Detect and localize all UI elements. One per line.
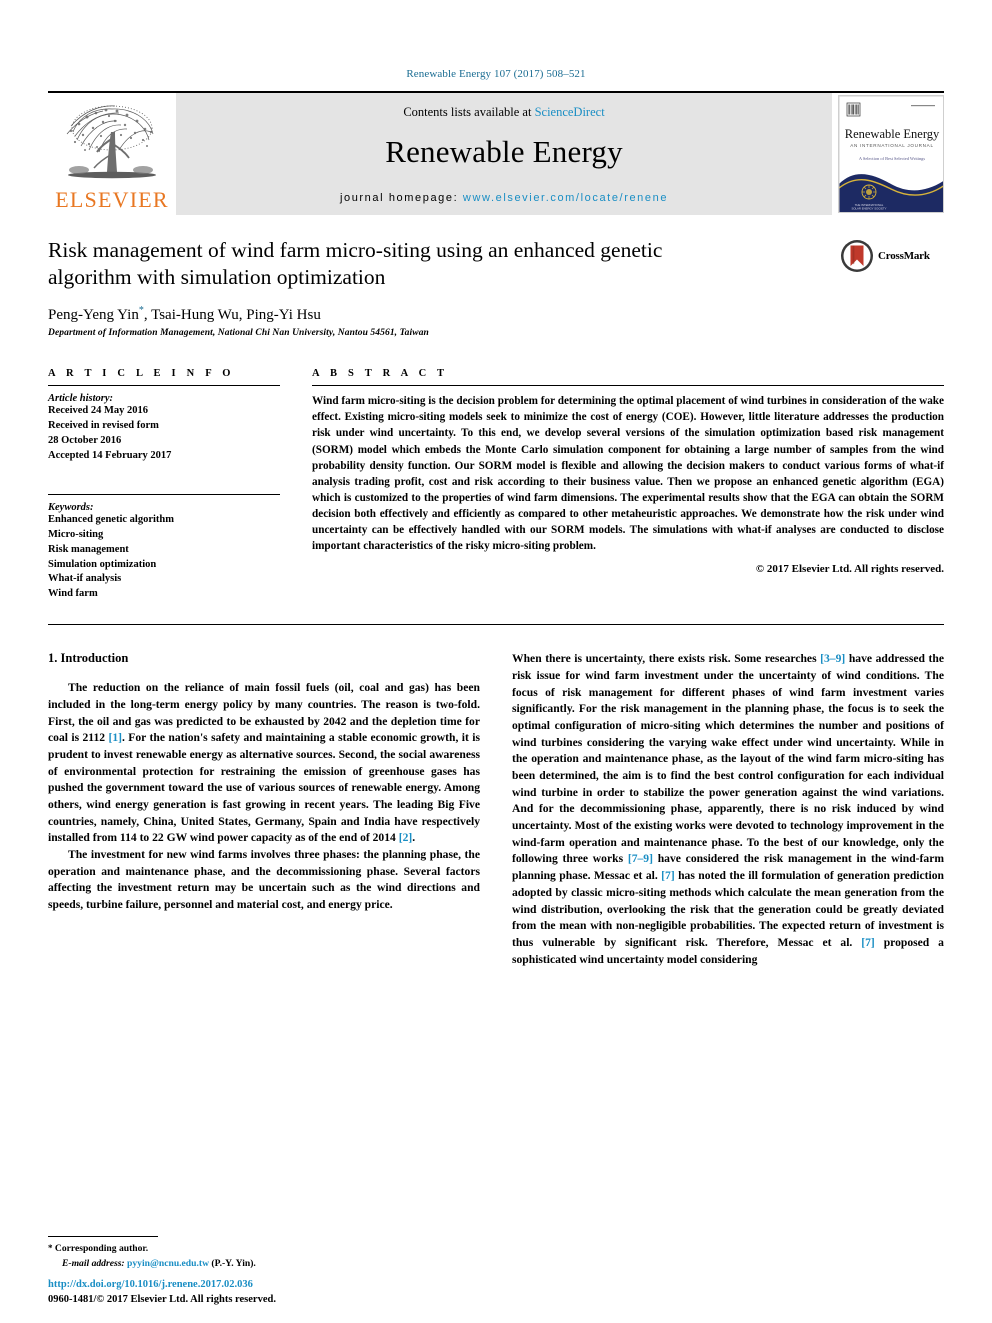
paragraph: The reduction on the reliance of main fo… xyxy=(48,680,480,847)
abstract-rule xyxy=(312,385,944,387)
footnote-email-line: E-mail address: pyyin@ncnu.edu.tw (P.-Y.… xyxy=(48,1257,448,1271)
homepage-url-link[interactable]: www.elsevier.com/locate/renene xyxy=(463,192,668,204)
elsevier-logo: ELSEVIER xyxy=(48,93,176,215)
paragraph-part: . For the nation's safety and maintainin… xyxy=(48,731,480,845)
elsevier-wordmark: ELSEVIER xyxy=(55,187,169,212)
sciencedirect-link[interactable]: ScienceDirect xyxy=(535,105,605,119)
citation-ref[interactable]: [7] xyxy=(661,869,675,882)
abstract-heading: A B S T R A C T xyxy=(312,368,449,380)
page-title: Risk management of wind farm micro-sitin… xyxy=(48,238,663,290)
paragraph-part: When there is uncertainty, there exists … xyxy=(512,652,821,666)
journal-masthead: ELSEVIER Contents lists available at Sci… xyxy=(48,91,944,215)
right-column: When there is uncertainty, there exists … xyxy=(512,651,944,1081)
keyword-item: Enhanced genetic algorithm xyxy=(48,513,174,525)
keywords-rule xyxy=(48,493,280,495)
page-footer: http://dx.doi.org/10.1016/j.renene.2017.… xyxy=(48,1277,548,1307)
abstract-column: A B S T R A C T Wind farm micro-siting i… xyxy=(312,368,944,602)
journal-title: Renewable Energy xyxy=(385,134,623,169)
paragraph: The investment for new wind farms involv… xyxy=(48,848,480,912)
body-columns: 1. Introduction The reduction on the rel… xyxy=(48,651,944,1081)
issn-copyright-line: 0960-1481/© 2017 Elsevier Ltd. All right… xyxy=(48,1293,276,1305)
citation-ref[interactable]: [1] xyxy=(108,731,122,744)
citation-ref[interactable]: [7–9] xyxy=(628,852,653,865)
crossmark-badge[interactable]: CrossMark xyxy=(840,239,944,273)
keywords-block: Keywords: Enhanced genetic algorithm Mic… xyxy=(48,493,280,602)
author-first: Peng-Yeng Yin xyxy=(48,307,139,324)
paragraph-part: . xyxy=(412,831,416,845)
svg-text:SOLAR ENERGY SOCIETY: SOLAR ENERGY SOCIETY xyxy=(851,207,886,211)
journal-homepage-line: journal homepage: www.elsevier.com/locat… xyxy=(340,192,668,204)
footnote-corresponding-line: * Corresponding author. xyxy=(48,1242,448,1256)
keyword-item: Micro-siting xyxy=(48,528,104,540)
keywords-label: Keywords: xyxy=(48,501,94,513)
paper-page: Renewable Energy 107 (2017) 508–521 ELSE… xyxy=(0,0,992,1323)
keyword-item: Simulation optimization xyxy=(48,558,157,570)
info-abstract-region: A R T I C L E I N F O Article history: R… xyxy=(48,368,944,602)
author-rest: , Tsai-Hung Wu, Ping-Yi Hsu xyxy=(143,307,321,324)
history-item: Received in revised form xyxy=(48,420,159,432)
title-block: Risk management of wind farm micro-sitin… xyxy=(48,237,944,338)
paragraph: When there is uncertainty, there exists … xyxy=(512,651,944,968)
journal-band: Contents lists available at ScienceDirec… xyxy=(176,93,832,215)
article-info-heading: A R T I C L E I N F O xyxy=(48,368,235,380)
svg-text:AN INTERNATIONAL JOURNAL: AN INTERNATIONAL JOURNAL xyxy=(850,143,933,148)
left-column: 1. Introduction The reduction on the rel… xyxy=(48,651,480,1081)
history-item: Accepted 14 February 2017 xyxy=(48,449,172,461)
elsevier-tree-icon xyxy=(59,102,165,188)
footnote-rule xyxy=(48,1236,158,1238)
email-suffix: (P.-Y. Yin). xyxy=(209,1257,256,1269)
citation-ref[interactable]: [3–9] xyxy=(820,652,845,665)
journal-cover-thumbnail: Renewable Energy AN INTERNATIONAL JOURNA… xyxy=(838,95,944,213)
history-item: 28 October 2016 xyxy=(48,434,122,446)
svg-text:Renewable Energy: Renewable Energy xyxy=(845,127,940,141)
keyword-item: Wind farm xyxy=(48,588,98,600)
doi-link[interactable]: http://dx.doi.org/10.1016/j.renene.2017.… xyxy=(48,1277,548,1292)
body-separator-rule xyxy=(48,624,944,626)
contents-prefix: Contents lists available at xyxy=(403,105,535,119)
article-info-rule xyxy=(48,385,280,387)
crossmark-label: CrossMark xyxy=(878,250,930,262)
contents-available-line: Contents lists available at ScienceDirec… xyxy=(403,105,604,120)
homepage-prefix: journal homepage: xyxy=(339,192,463,204)
svg-text:A Selection of Best Selected W: A Selection of Best Selected Writings xyxy=(859,156,925,161)
affiliation: Department of Information Management, Na… xyxy=(48,328,429,339)
abstract-text: Wind farm micro-siting is the decision p… xyxy=(312,395,944,553)
email-link[interactable]: pyyin@ncnu.edu.tw xyxy=(127,1258,209,1269)
paragraph-part: have addressed the risk issue for wind f… xyxy=(512,652,944,866)
author-list: Peng-Yeng Yin*, Tsai-Hung Wu, Ping-Yi Hs… xyxy=(48,305,944,324)
keyword-item: What-if analysis xyxy=(48,573,122,585)
citation-ref[interactable]: [7] xyxy=(861,936,875,949)
citation-ref[interactable]: [2] xyxy=(399,831,413,844)
email-label: E-mail address: xyxy=(62,1257,128,1269)
crossmark-icon xyxy=(841,240,873,272)
corresponding-author-footnote: * Corresponding author. E-mail address: … xyxy=(48,1236,448,1271)
abstract-copyright: © 2017 Elsevier Ltd. All rights reserved… xyxy=(755,563,944,576)
section-heading-introduction: 1. Introduction xyxy=(48,651,129,666)
history-item: Received 24 May 2016 xyxy=(48,405,149,417)
footnote-corresponding-text: Corresponding author. xyxy=(52,1243,149,1255)
article-history-label: Article history: xyxy=(48,393,114,405)
keyword-item: Risk management xyxy=(48,543,129,555)
running-head: Renewable Energy 107 (2017) 508–521 xyxy=(406,68,586,80)
article-info-column: A R T I C L E I N F O Article history: R… xyxy=(48,368,280,602)
